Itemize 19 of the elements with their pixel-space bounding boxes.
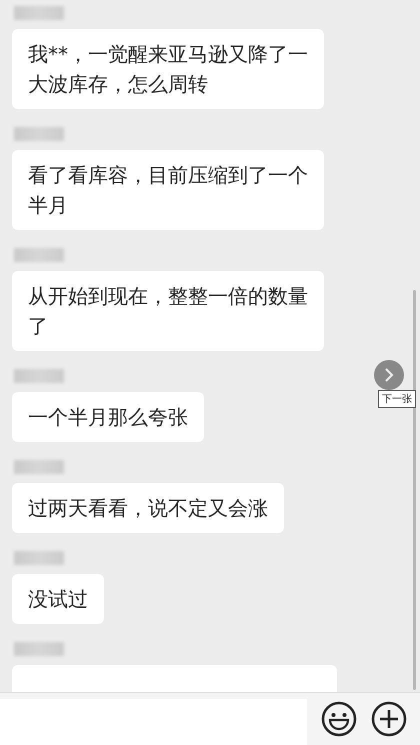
scrollbar[interactable] xyxy=(413,290,416,690)
blurred-name xyxy=(14,127,64,141)
message-bubble: 过两天看看，说不定又会涨 xyxy=(12,483,284,533)
blurred-name xyxy=(14,6,64,20)
chevron-icon xyxy=(383,368,395,382)
tooltip: 下一张 xyxy=(378,390,416,408)
blurred-name xyxy=(14,248,64,262)
message-bubble: 我**，一觉醒来亚马逊又降了一大波库存，怎么周转 xyxy=(12,29,324,109)
smiley-icon[interactable] xyxy=(321,701,357,737)
message-bubble: 从开始到现在，整整一倍的数量了 xyxy=(12,271,324,351)
blurred-name xyxy=(14,460,64,474)
message-bubble: 看了看库容，目前压缩到了一个半月 xyxy=(12,150,324,230)
blurred-name xyxy=(14,642,64,656)
blurred-name xyxy=(14,551,64,565)
blurred-name xyxy=(14,369,64,383)
plus-icon[interactable] xyxy=(371,701,407,737)
message-bubble: 没试过 xyxy=(12,574,104,624)
next-button[interactable] xyxy=(374,360,404,390)
message-bubble: 一个半月那么夸张 xyxy=(12,392,204,442)
